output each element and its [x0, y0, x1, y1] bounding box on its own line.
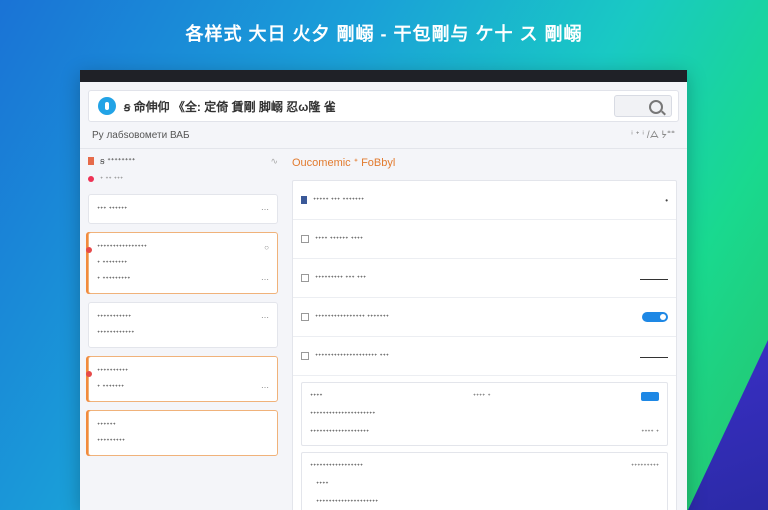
row-label: ᐩᐩᐩᐩᐩᐩᐩᐩᐩᐩᐩᐩᐩᐩᐩᐩ ᐩᐩᐩᐩᐩᐩᐩ — [315, 312, 389, 322]
settings-row[interactable]: ᐩᐩᐩᐩᐩ ᐩᐩᐩ ᐩᐩᐩᐩᐩᐩᐩ • — [293, 181, 676, 220]
pin-icon — [86, 371, 92, 377]
checkbox-icon[interactable] — [301, 274, 309, 282]
dot-icon: • — [665, 195, 668, 205]
toggle-switch[interactable] — [642, 312, 668, 322]
list-card[interactable]: ᐩᐩᐩᐩᐩᐩᐩᐩᐩᐩᐩᐩᐩᐩᐩᐩ ○ ᐩ ᐩᐩᐩᐩᐩᐩᐩᐩ ᐩ ᐩᐩᐩᐩᐩᐩᐩᐩᐩ… — [86, 232, 278, 294]
more-icon[interactable]: ⋯ — [261, 205, 269, 214]
primary-button[interactable] — [641, 391, 659, 401]
card-line: ᐩ ᐩᐩᐩᐩᐩᐩᐩ — [97, 382, 125, 392]
more-icon[interactable]: ⋯ — [261, 313, 269, 322]
list-card[interactable]: ᐩᐩᐩ ᐩᐩᐩᐩᐩᐩ ⋯ — [88, 194, 278, 224]
address-text: ꞩ 命伸仰 《全: 定倚 賃剛 脚嵶 忍ω隆 雀 — [124, 99, 336, 114]
slider-control[interactable] — [640, 354, 668, 358]
card-line: ᐩᐩᐩᐩᐩᐩᐩᐩᐩᐩᐩᐩ — [97, 328, 135, 338]
card-line: ᐩ ᐩᐩᐩᐩᐩᐩᐩᐩ — [97, 258, 128, 268]
more-icon[interactable]: ⋯ — [261, 275, 269, 284]
checkbox-icon[interactable] — [301, 313, 309, 321]
sub-panel: ᐩᐩᐩᐩ ᐩᐩᐩᐩ ᐩ ᐩᐩᐩᐩᐩᐩᐩᐩᐩᐩᐩᐩᐩᐩᐩᐩᐩᐩᐩᐩᐩ ᐩᐩᐩᐩᐩᐩᐩ… — [301, 382, 668, 446]
background-corner-shape — [688, 340, 768, 510]
sub-right: ᐩᐩᐩᐩᐩᐩᐩᐩᐩ — [630, 461, 659, 471]
left-panel: ꞩ ᐩᐩᐩᐩᐩᐩᐩᐩ ∿ ᐩ ᐩᐩ ᐩᐩᐩ ᐩᐩᐩ ᐩᐩᐩᐩᐩᐩ ⋯ ᐩᐩᐩᐩᐩᐩ… — [86, 150, 278, 510]
card-line: ᐩᐩᐩᐩᐩᐩᐩᐩᐩ — [97, 436, 126, 446]
circle-icon[interactable]: ○ — [264, 243, 269, 252]
right-panel: Oucomemic ᐩ FoBbyl ᐩᐩᐩᐩᐩ ᐩᐩᐩ ᐩᐩᐩᐩᐩᐩᐩ • ᐩ… — [292, 150, 677, 510]
left-subline: ᐩ ᐩᐩ ᐩᐩᐩ — [88, 172, 278, 186]
toolbar-right-text: ⁱ ᐩ ⁱ /ᗋ ᔭᐩᐩ — [631, 129, 675, 141]
settings-row[interactable]: ᐩᐩᐩᐩᐩᐩᐩᐩᐩᐩᐩᐩᐩᐩᐩᐩᐩᐩᐩᐩ ᐩᐩᐩ — [293, 337, 676, 376]
settings-row[interactable]: ᐩᐩᐩᐩᐩᐩᐩᐩᐩ ᐩᐩᐩ ᐩᐩᐩ — [293, 259, 676, 298]
page-headline: 各样式 大日 火夕 剛嵶 - 干包剛与 ケ十 ス 剛嵶 — [185, 24, 583, 44]
row-label: ᐩᐩᐩᐩᐩᐩᐩᐩᐩ ᐩᐩᐩ ᐩᐩᐩ — [315, 273, 367, 283]
status-dot-icon — [88, 176, 94, 182]
header-marker-icon — [88, 157, 94, 165]
card-line: ᐩᐩᐩᐩᐩᐩᐩᐩᐩᐩᐩ — [97, 312, 132, 322]
sub-line: ᐩᐩᐩᐩᐩᐩᐩᐩᐩᐩᐩᐩᐩᐩᐩᐩᐩᐩᐩ — [310, 427, 370, 437]
search-icon — [649, 100, 663, 114]
sub-title: ᐩᐩᐩᐩ — [310, 391, 323, 401]
section-title: Oucomemic ᐩ FoBbyl — [292, 156, 396, 169]
row-label: ᐩᐩᐩᐩ ᐩᐩᐩᐩᐩᐩ ᐩᐩᐩᐩ — [315, 234, 364, 244]
search-button[interactable] — [614, 95, 672, 117]
sub-line: ᐩᐩᐩᐩ — [316, 479, 329, 489]
sub-line: ᐩᐩᐩᐩᐩᐩᐩᐩᐩᐩᐩᐩᐩᐩᐩᐩᐩ — [310, 461, 363, 471]
card-line: ᐩᐩᐩ ᐩᐩᐩᐩᐩᐩ — [97, 204, 128, 214]
list-card[interactable]: ᐩᐩᐩᐩᐩᐩ ᐩᐩᐩᐩᐩᐩᐩᐩᐩ — [88, 410, 278, 456]
facebook-icon — [301, 196, 307, 204]
checkbox-icon[interactable] — [301, 235, 309, 243]
sub-line: ᐩᐩᐩᐩᐩᐩᐩᐩᐩᐩᐩᐩᐩᐩᐩᐩᐩᐩᐩᐩᐩ — [310, 409, 376, 419]
card-line: ᐩᐩᐩᐩᐩᐩ — [97, 420, 116, 430]
list-card[interactable]: ᐩᐩᐩᐩᐩᐩᐩᐩᐩᐩ ᐩ ᐩᐩᐩᐩᐩᐩᐩ ⋯ — [86, 356, 278, 402]
wave-icon: ∿ — [270, 155, 278, 166]
sub-line: ᐩᐩᐩᐩᐩᐩᐩᐩᐩᐩᐩᐩᐩᐩᐩᐩᐩᐩᐩᐩ — [316, 497, 379, 507]
card-line: ᐩᐩᐩᐩᐩᐩᐩᐩᐩᐩᐩᐩᐩᐩᐩᐩ — [97, 242, 147, 252]
left-header: ꞩ ᐩᐩᐩᐩᐩᐩᐩᐩ ∿ — [88, 150, 278, 172]
pin-icon — [86, 247, 92, 253]
left-header-label: ꞩ ᐩᐩᐩᐩᐩᐩᐩᐩ — [100, 155, 136, 166]
window-titlebar — [80, 70, 687, 82]
checkbox-icon[interactable] — [301, 352, 309, 360]
row-label: ᐩᐩᐩᐩᐩ ᐩᐩᐩ ᐩᐩᐩᐩᐩᐩᐩ — [313, 195, 365, 205]
settings-row[interactable]: ᐩᐩᐩᐩᐩᐩᐩᐩᐩᐩᐩᐩᐩᐩᐩᐩ ᐩᐩᐩᐩᐩᐩᐩ — [293, 298, 676, 337]
toolbar-row: Pу лабsовомети ВАБ ⁱ ᐩ ⁱ /ᗋ ᔭᐩᐩ — [80, 122, 687, 149]
app-window: ꞩ 命伸仰 《全: 定倚 賃剛 脚嵶 忍ω隆 雀 Pу лабsовомети … — [80, 70, 687, 510]
sub-right: ᐩᐩᐩᐩ ᐩ — [641, 427, 659, 437]
more-icon[interactable]: ⋯ — [261, 383, 269, 392]
settings-list: ᐩᐩᐩᐩᐩ ᐩᐩᐩ ᐩᐩᐩᐩᐩᐩᐩ • ᐩᐩᐩᐩ ᐩᐩᐩᐩᐩᐩ ᐩᐩᐩᐩ ᐩᐩᐩ… — [292, 180, 677, 510]
sub-right: ᐩᐩᐩᐩ ᐩ — [472, 391, 491, 401]
settings-row[interactable]: ᐩᐩᐩᐩ ᐩᐩᐩᐩᐩᐩ ᐩᐩᐩᐩ — [293, 220, 676, 259]
card-line: ᐩ ᐩᐩᐩᐩᐩᐩᐩᐩᐩ — [97, 274, 131, 284]
app-logo-icon — [98, 97, 116, 115]
card-line: ᐩᐩᐩᐩᐩᐩᐩᐩᐩᐩ — [97, 366, 129, 376]
page-subtitle: Pу лабsовомети ВАБ — [92, 129, 190, 141]
list-card[interactable]: ᐩᐩᐩᐩᐩᐩᐩᐩᐩᐩᐩ ⋯ ᐩᐩᐩᐩᐩᐩᐩᐩᐩᐩᐩᐩ — [88, 302, 278, 348]
slider-control[interactable] — [640, 276, 668, 280]
row-label: ᐩᐩᐩᐩᐩᐩᐩᐩᐩᐩᐩᐩᐩᐩᐩᐩᐩᐩᐩᐩ ᐩᐩᐩ — [315, 351, 389, 361]
left-subline-text: ᐩ ᐩᐩ ᐩᐩᐩ — [100, 174, 124, 184]
address-bar[interactable]: ꞩ 命伸仰 《全: 定倚 賃剛 脚嵶 忍ω隆 雀 — [88, 90, 679, 122]
sub-panel: ᐩᐩᐩᐩᐩᐩᐩᐩᐩᐩᐩᐩᐩᐩᐩᐩᐩ ᐩᐩᐩᐩᐩᐩᐩᐩᐩ ᐩᐩᐩᐩ ᐩᐩᐩᐩᐩᐩᐩᐩ… — [301, 452, 668, 510]
